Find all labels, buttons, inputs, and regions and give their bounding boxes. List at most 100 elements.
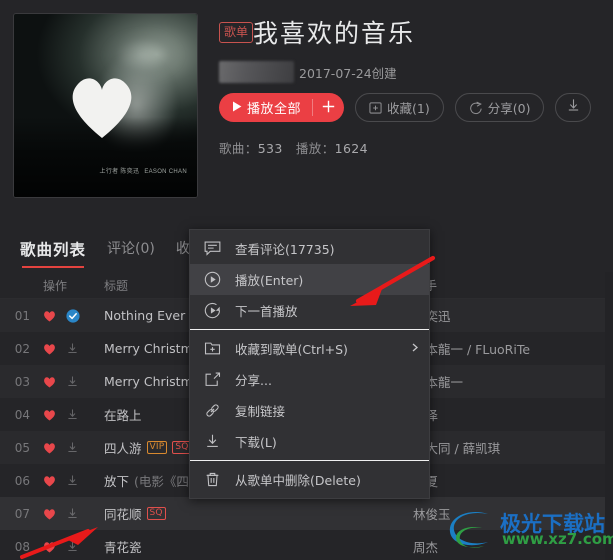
music-playlist-window: 上行者 陈奕迅 EASON CHAN 歌单 我喜欢的音乐 2017-07-24创… — [0, 0, 613, 560]
like-heart-icon[interactable] — [43, 409, 56, 421]
table-row[interactable]: 08 青花瓷 周杰 — [0, 530, 613, 560]
table-row[interactable]: 07 同花顺 SQ 林俊玉 — [0, 497, 613, 530]
download-icon[interactable] — [66, 441, 79, 454]
download-icon[interactable] — [66, 408, 79, 421]
row-artist[interactable]: 坂本龍一 — [403, 372, 613, 391]
play-next-icon — [203, 302, 221, 320]
tab-comments[interactable]: 评论(0) — [107, 238, 155, 266]
like-heart-icon[interactable] — [43, 541, 56, 553]
context-menu-item-label: 分享... — [235, 373, 272, 388]
playlist-stats: 歌曲：533 播放：1624 — [219, 138, 368, 157]
page-title: 我喜欢的音乐 — [253, 19, 416, 48]
created-date: 2017-07-24创建 — [299, 65, 397, 81]
playlist-cover[interactable]: 上行者 陈奕迅 EASON CHAN — [13, 13, 198, 198]
share-label: 分享(0) — [487, 101, 531, 116]
row-index: 07 — [14, 506, 30, 521]
row-operations — [38, 540, 98, 553]
plus-icon — [322, 98, 335, 118]
context-menu-item-label: 从歌单中删除(Delete) — [235, 473, 361, 488]
row-artist[interactable]: 林俊玉 — [403, 504, 613, 523]
play-all-button[interactable]: 播放全部 — [219, 93, 312, 122]
song-title-text: 青花瓷 — [104, 540, 142, 555]
row-operations — [38, 474, 98, 487]
row-index: 06 — [14, 473, 30, 488]
row-index: 01 — [14, 308, 30, 323]
song-title-text: 放下 — [104, 474, 130, 489]
row-artist[interactable]: 方大同 / 薛凯琪 — [403, 438, 613, 457]
download-icon[interactable] — [66, 375, 79, 388]
share-icon — [469, 101, 483, 115]
context-menu-item-label: 下一首播放 — [235, 304, 298, 319]
scrollbar-track[interactable] — [605, 272, 613, 560]
song-subtitle-text: (电影《四 — [134, 474, 189, 489]
song-context-menu[interactable]: 查看评论(17735) 播放(Enter) 下一首播放收藏到歌单(Ctrl+S) 分享… — [189, 229, 430, 499]
trash-icon — [203, 471, 221, 489]
row-artist[interactable]: 胡夏 — [403, 471, 613, 490]
playlist-type-badge: 歌单 — [219, 22, 254, 43]
context-menu-item-label: 下载(L) — [235, 435, 277, 450]
chevron-right-icon — [412, 343, 418, 355]
download-icon[interactable] — [66, 474, 79, 487]
like-heart-icon[interactable] — [43, 343, 56, 355]
like-heart-icon[interactable] — [43, 376, 56, 388]
like-heart-icon[interactable] — [43, 442, 56, 454]
col-operations-header: 操作 — [43, 278, 68, 293]
download-icon — [203, 433, 221, 451]
play-all-button-group[interactable]: 播放全部 — [219, 93, 345, 122]
folder-plus-icon — [369, 101, 382, 114]
context-menu-item-1[interactable]: 播放(Enter) — [190, 264, 429, 295]
share-button[interactable]: 分享(0) — [454, 93, 545, 122]
creator-meta: 2017-07-24创建 — [219, 60, 397, 84]
favorite-button[interactable]: 收藏(1) — [355, 93, 444, 122]
downloaded-check-icon[interactable] — [66, 308, 80, 323]
context-menu-item-2[interactable]: 下一首播放 — [190, 295, 429, 326]
tab-collectors[interactable]: 收 — [176, 238, 190, 266]
song-title-text: 同花顺 — [104, 507, 142, 522]
favorite-label: 收藏(1) — [387, 101, 430, 116]
songs-count-label: 歌曲： — [219, 141, 258, 156]
row-index: 05 — [14, 440, 30, 455]
download-icon[interactable] — [66, 540, 79, 553]
context-menu-separator — [190, 329, 429, 330]
avatar[interactable] — [219, 61, 294, 83]
share-icon — [203, 371, 221, 389]
like-heart-icon[interactable] — [43, 310, 56, 322]
playlist-header: 上行者 陈奕迅 EASON CHAN 歌单 我喜欢的音乐 2017-07-24创… — [0, 0, 613, 222]
row-title[interactable]: 同花顺 SQ — [98, 504, 403, 523]
download-button[interactable] — [555, 93, 592, 122]
context-menu-item-label: 查看评论(17735) — [235, 242, 335, 257]
action-buttons: 播放全部 收藏(1) 分享(0) — [219, 93, 592, 122]
context-menu-item-5[interactable]: 复制链接 — [190, 395, 429, 426]
like-heart-icon[interactable] — [43, 475, 56, 487]
row-operations — [38, 308, 98, 323]
comment-icon — [203, 240, 221, 258]
like-heart-icon[interactable] — [43, 508, 56, 520]
play-all-label: 播放全部 — [247, 101, 302, 116]
context-menu-item-7[interactable]: 从歌单中删除(Delete) — [190, 464, 429, 495]
context-menu-separator — [190, 460, 429, 461]
col-artist-header: 歌手 — [403, 277, 613, 294]
row-title[interactable]: 青花瓷 — [98, 537, 403, 556]
row-artist[interactable]: 周杰 — [403, 537, 613, 556]
row-index: 08 — [14, 539, 30, 554]
cover-credit-cn: 上行者 陈奕迅 — [99, 169, 140, 176]
row-artist[interactable]: 陈奕迅 — [403, 306, 613, 325]
link-icon — [203, 402, 221, 420]
tab-song-list[interactable]: 歌曲列表 — [20, 238, 86, 268]
row-artist[interactable]: 光泽 — [403, 405, 613, 424]
row-index: 03 — [14, 374, 30, 389]
context-menu-item-6[interactable]: 下载(L) — [190, 426, 429, 457]
row-operations — [38, 507, 98, 520]
download-icon[interactable] — [66, 342, 79, 355]
song-title-text: 四人游 — [104, 441, 142, 456]
row-operations — [38, 375, 98, 388]
row-artist[interactable]: 坂本龍一 / FLuoRiTe — [403, 339, 613, 358]
add-to-playlist-button[interactable] — [313, 93, 344, 122]
context-menu-item-label: 播放(Enter) — [235, 273, 304, 288]
context-menu-item-label: 复制链接 — [235, 404, 286, 419]
context-menu-item-0[interactable]: 查看评论(17735) — [190, 233, 429, 264]
download-icon[interactable] — [66, 507, 79, 520]
context-menu-item-3[interactable]: 收藏到歌单(Ctrl+S) — [190, 333, 429, 364]
context-menu-item-4[interactable]: 分享... — [190, 364, 429, 395]
play-circle-icon — [203, 271, 221, 289]
